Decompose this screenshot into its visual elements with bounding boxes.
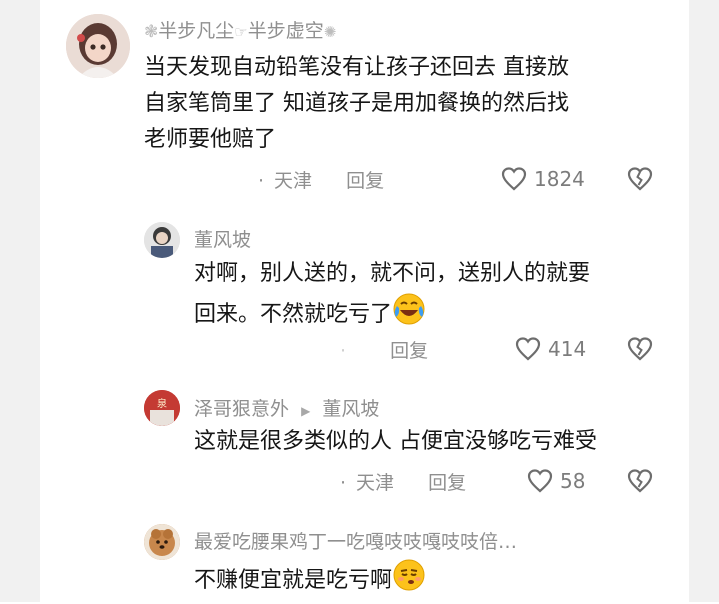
broken-heart-icon xyxy=(627,337,653,361)
smug-emoji xyxy=(392,558,426,604)
comment-line: 不赚便宜就是吃亏啊 xyxy=(194,568,393,593)
avatar[interactable] xyxy=(144,222,180,258)
like-count: 1824 xyxy=(534,167,585,191)
reply-to-name[interactable]: 董风坡 xyxy=(322,398,379,420)
comment-text: 当天发现自动铅笔没有让孩子还回去 直接放 自家笔筒里了 知道孩子是用加餐换的然后… xyxy=(144,50,569,158)
comment-line: 这就是很多类似的人 占便宜没够吃亏难受 xyxy=(194,429,597,454)
hand-icon: ☞ xyxy=(234,23,248,41)
like-count: 414 xyxy=(548,337,587,361)
separator-dot: · xyxy=(340,340,347,362)
heart-icon xyxy=(527,469,553,493)
comment-meta: · 天津 回复 xyxy=(258,166,384,193)
comment-line: 对啊，别人送的，就不问，送别人的就要 xyxy=(194,261,591,286)
svg-text:泉: 泉 xyxy=(157,397,167,410)
broken-heart-icon xyxy=(627,167,653,191)
author-name[interactable]: 泽哥狠意外 xyxy=(194,398,289,420)
dislike-button[interactable] xyxy=(626,166,654,196)
avatar[interactable] xyxy=(66,14,130,78)
dislike-button[interactable] xyxy=(626,468,654,498)
like-button[interactable]: 1824 xyxy=(500,166,585,192)
right-margin xyxy=(689,0,719,602)
broken-heart-icon xyxy=(627,469,653,493)
author-line: 泽哥狠意外 ▶ 董风坡 xyxy=(194,394,379,421)
author-name[interactable]: 董风坡 xyxy=(194,225,251,252)
comment-text: 不赚便宜就是吃亏啊 xyxy=(194,558,426,604)
author-name[interactable]: 半步凡尘 xyxy=(158,20,234,42)
heart-icon xyxy=(515,337,541,361)
comment-meta: · 天津 回复 xyxy=(340,468,466,495)
separator-dot: · xyxy=(258,170,265,192)
comment-line: 回来。不然就吃亏了 xyxy=(194,302,393,327)
crying-laughing-emoji xyxy=(392,292,426,338)
like-count: 58 xyxy=(560,469,586,493)
reply-button[interactable]: 回复 xyxy=(428,472,466,494)
author-name[interactable]: 最爱吃腰果鸡丁一吃嘎吱吱嘎吱吱倍… xyxy=(194,527,517,554)
like-button[interactable]: 414 xyxy=(514,336,586,362)
heart-icon xyxy=(501,167,527,191)
author-name-suffix: 半步虚空 xyxy=(247,20,324,42)
comment-text: 对啊，别人送的，就不问，送别人的就要 回来。不然就吃亏了 xyxy=(194,256,590,338)
like-button[interactable]: 58 xyxy=(526,468,585,494)
comment-list: ❃半步凡尘☞半步虚空✺ 当天发现自动铅笔没有让孩子还回去 直接放 自家笔筒里了 … xyxy=(40,0,689,602)
comment-line-with-emoji: 不赚便宜就是吃亏啊 xyxy=(194,558,426,604)
separator-dot: · xyxy=(340,472,347,494)
comment-line: 自家笔筒里了 知道孩子是用加餐换的然后找 xyxy=(144,91,569,116)
right-triangle-icon: ▶ xyxy=(301,404,311,418)
paw-icon: ❃ xyxy=(144,22,159,42)
avatar[interactable] xyxy=(144,524,180,560)
comment-line: 当天发现自动铅笔没有让孩子还回去 直接放 xyxy=(144,55,569,80)
reply-button[interactable]: 回复 xyxy=(346,170,384,192)
web-icon: ✺ xyxy=(323,23,337,41)
reply-button[interactable]: 回复 xyxy=(390,340,428,362)
author-line: ❃半步凡尘☞半步虚空✺ xyxy=(144,16,336,43)
comment-line-with-emoji: 回来。不然就吃亏了 xyxy=(194,292,590,338)
dislike-button[interactable] xyxy=(626,336,654,366)
comment-meta: · 回复 xyxy=(340,336,428,363)
location: 天津 xyxy=(356,472,395,494)
comment-line: 老师要他赔了 xyxy=(144,127,277,152)
left-margin xyxy=(0,0,40,602)
comment-text: 这就是很多类似的人 占便宜没够吃亏难受 xyxy=(194,424,597,460)
avatar[interactable]: 泉 xyxy=(144,390,180,426)
location: 天津 xyxy=(274,170,313,192)
